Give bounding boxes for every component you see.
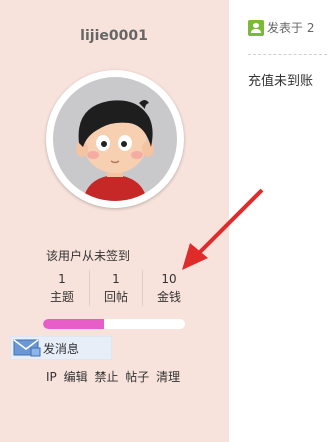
- red-arrow-annotation: [182, 188, 264, 270]
